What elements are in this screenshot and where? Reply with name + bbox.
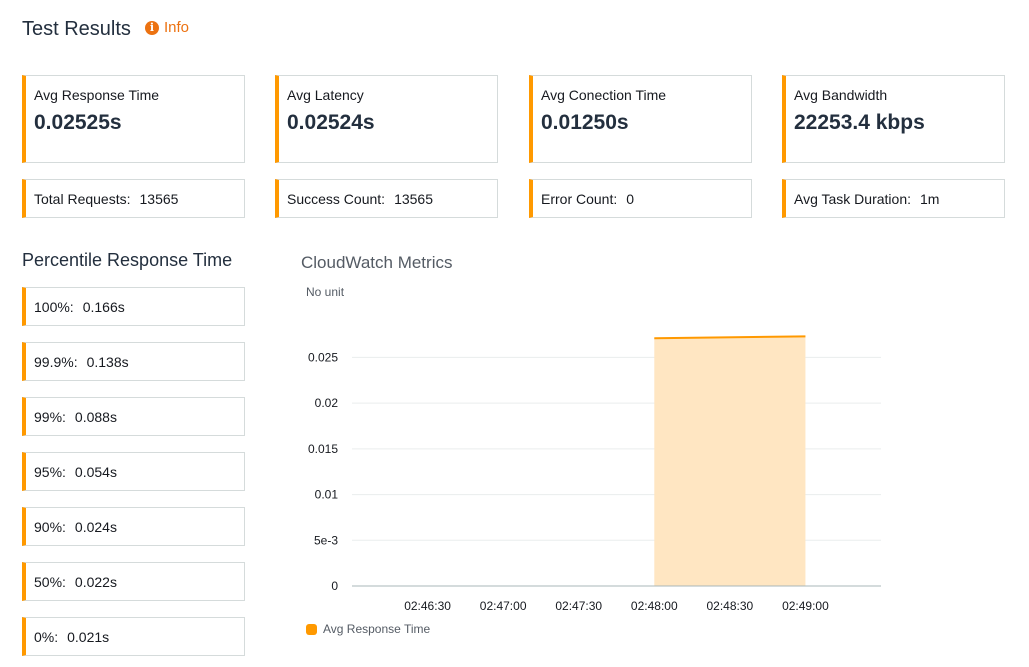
- percentile-label: 100%:: [34, 299, 74, 315]
- y-tick-label: 0.025: [308, 350, 338, 364]
- percentile-label: 50%:: [34, 574, 66, 590]
- percentile-value: 0.054s: [74, 464, 117, 480]
- percentile-card: 99.9%: 0.138s: [22, 342, 245, 381]
- stat-card-total-requests: Total Requests: 13565: [22, 179, 245, 218]
- percentile-card: 90%: 0.024s: [22, 507, 245, 546]
- stat-card-error-count: Error Count: 0: [529, 179, 752, 218]
- x-tick-label: 02:48:30: [706, 599, 753, 613]
- legend-label: Avg Response Time: [323, 622, 431, 636]
- stat-value: 13565: [139, 191, 179, 207]
- percentile-value: 0.021s: [67, 629, 110, 645]
- x-tick-label: 02:49:00: [782, 599, 829, 613]
- metric-card-avg-response-time: Avg Response Time 0.02525s: [22, 75, 245, 163]
- percentile-value: 0.022s: [74, 574, 117, 590]
- percentile-value: 0.166s: [82, 299, 125, 315]
- stat-value: 13565: [394, 191, 433, 207]
- y-tick-label: 0.015: [308, 442, 338, 456]
- percentile-value: 0.088s: [74, 409, 117, 425]
- percentile-card: 0%: 0.021s: [22, 617, 245, 656]
- info-link[interactable]: i Info: [144, 19, 189, 36]
- metric-label: Avg Bandwidth: [794, 87, 888, 103]
- metric-label: Avg Latency: [287, 87, 364, 103]
- percentile-card: 50%: 0.022s: [22, 562, 245, 601]
- x-tick-label: 02:48:00: [631, 599, 678, 613]
- header: Test Results i Info: [22, 18, 189, 41]
- stat-label: Total Requests:: [34, 191, 131, 207]
- stat-value: 1m: [920, 191, 940, 207]
- percentile-card: 95%: 0.054s: [22, 452, 245, 491]
- stat-card-success-count: Success Count: 13565: [275, 179, 498, 218]
- page-title: Test Results: [22, 18, 131, 40]
- info-icon: i: [144, 20, 159, 35]
- cloudwatch-chart: No unit 0 5e-3 0.01 0.015 0.02 0.025 02:46:30 02…: [306, 285, 881, 613]
- percentile-label: 95%:: [34, 464, 66, 480]
- percentile-value: 0.024s: [74, 519, 117, 535]
- metric-value: 0.02525s: [34, 111, 122, 134]
- info-label: Info: [163, 19, 189, 36]
- metric-value: 22253.4 kbps: [794, 111, 925, 134]
- percentile-label: 0%:: [34, 629, 59, 645]
- y-axis-unit-label: No unit: [306, 285, 345, 299]
- chart-title: CloudWatch Metrics: [301, 253, 453, 272]
- percentile-card: 99%: 0.088s: [22, 397, 245, 436]
- y-tick-label: 0.01: [315, 488, 339, 502]
- x-tick-label: 02:46:30: [404, 599, 451, 613]
- metric-card-avg-bandwidth: Avg Bandwidth 22253.4 kbps: [782, 75, 1005, 163]
- percentile-label: 99%:: [34, 409, 66, 425]
- metric-card-avg-connection-time: Avg Conection Time 0.01250s: [529, 75, 752, 163]
- percentile-value: 0.138s: [86, 354, 129, 370]
- percentile-section-title: Percentile Response Time: [22, 250, 233, 270]
- metric-value: 0.02524s: [287, 111, 375, 134]
- stat-card-avg-task-duration: Avg Task Duration: 1m: [782, 179, 1005, 218]
- series-area: [654, 336, 806, 586]
- x-tick-label: 02:47:00: [480, 599, 527, 613]
- percentile-card: 100%: 0.166s: [22, 287, 245, 326]
- x-tick-label: 02:47:30: [555, 599, 602, 613]
- metric-label: Avg Conection Time: [541, 87, 667, 103]
- stat-value: 0: [626, 191, 635, 207]
- metric-value: 0.01250s: [541, 111, 629, 134]
- metric-card-avg-latency: Avg Latency 0.02524s: [275, 75, 498, 163]
- y-tick-label: 5e-3: [314, 533, 338, 547]
- chart-legend[interactable]: Avg Response Time: [306, 622, 430, 636]
- y-tick-label: 0: [331, 579, 338, 593]
- legend-swatch: [306, 623, 317, 635]
- percentile-label: 99.9%:: [34, 354, 78, 370]
- y-tick-label: 0.02: [315, 396, 339, 410]
- percentile-label: 90%:: [34, 519, 66, 535]
- stat-label: Error Count:: [541, 191, 618, 207]
- stat-label: Avg Task Duration:: [794, 191, 911, 207]
- metric-label: Avg Response Time: [34, 87, 160, 103]
- stat-label: Success Count:: [287, 191, 386, 207]
